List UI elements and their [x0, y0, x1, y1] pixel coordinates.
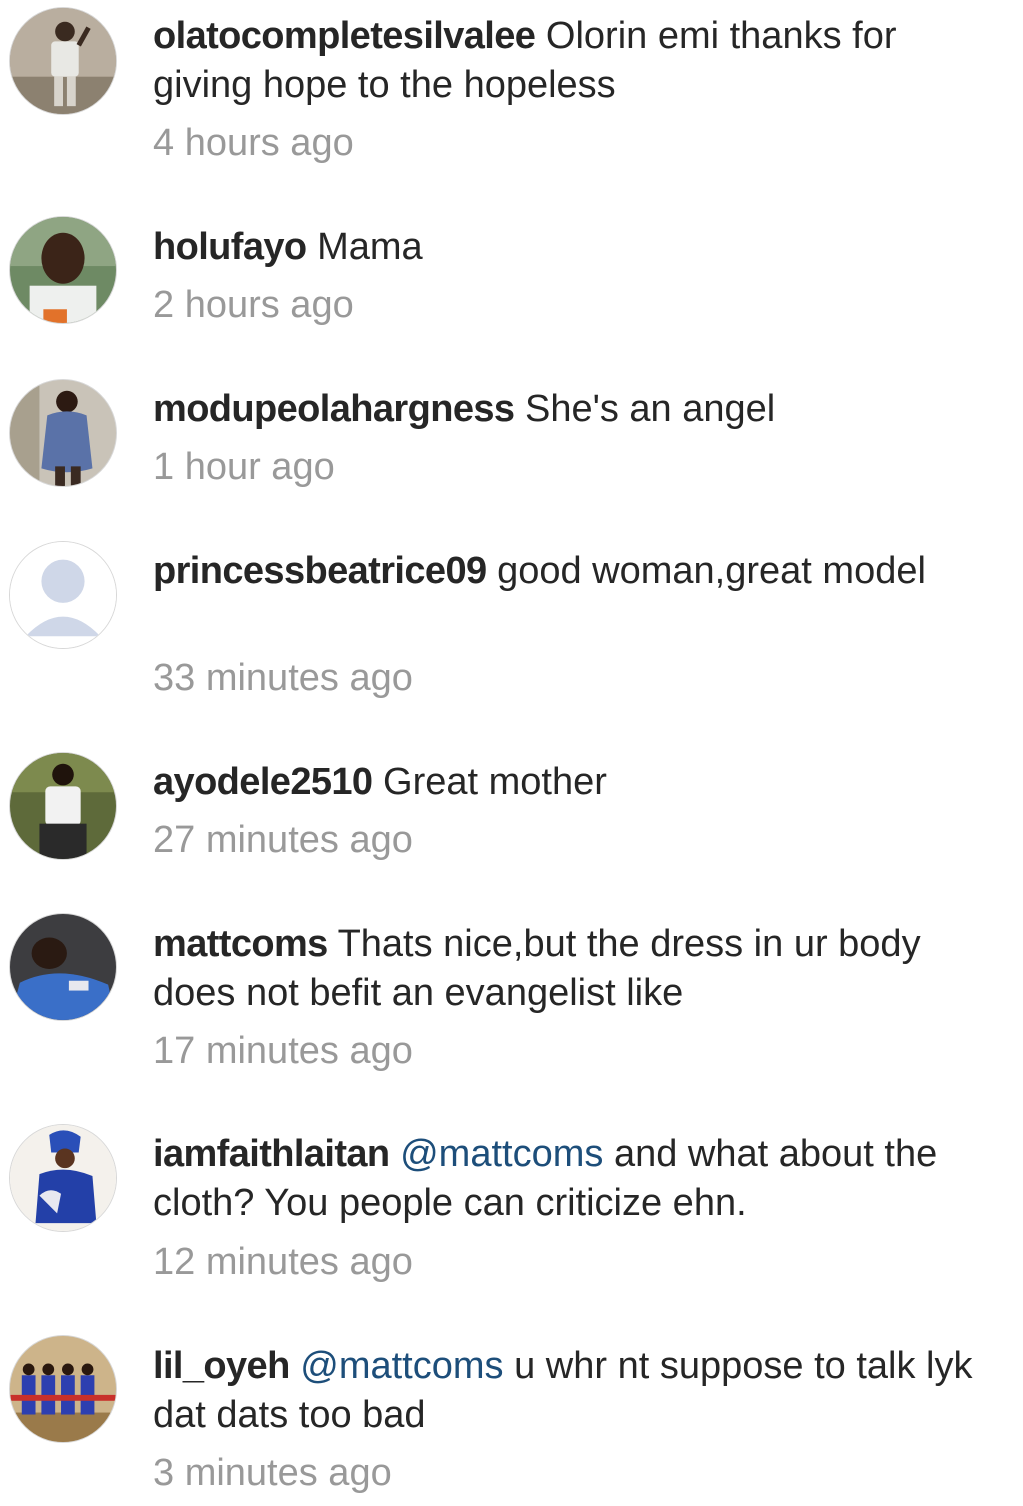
- comment-timestamp: 2 hours ago: [153, 284, 354, 326]
- user-photo-icon: [10, 914, 116, 1020]
- comment-mention[interactable]: @mattcoms: [300, 1345, 503, 1387]
- comment-timestamp: 27 minutes ago: [153, 819, 413, 861]
- user-photo-icon: [10, 380, 116, 486]
- avatar[interactable]: [9, 752, 117, 860]
- avatar[interactable]: [9, 541, 117, 649]
- comment-timestamp: 17 minutes ago: [153, 1030, 413, 1072]
- comment-username[interactable]: lil_oyeh: [153, 1345, 290, 1387]
- user-photo-icon: [10, 1336, 116, 1442]
- comment-timestamp: 3 minutes ago: [153, 1452, 392, 1494]
- comment-username[interactable]: holufayo: [153, 226, 307, 268]
- comment-text: modupeolahargness She's an angel: [153, 385, 993, 434]
- default-profile-icon: [10, 542, 116, 648]
- comment-mention[interactable]: @mattcoms: [400, 1133, 603, 1175]
- user-photo-icon: [10, 8, 116, 114]
- comment-username[interactable]: iamfaithlaitan: [153, 1133, 390, 1175]
- user-photo-icon: [10, 1125, 116, 1231]
- avatar[interactable]: [9, 1335, 117, 1443]
- comment-username[interactable]: princessbeatrice09: [153, 550, 487, 592]
- avatar[interactable]: [9, 7, 117, 115]
- comment-username[interactable]: mattcoms: [153, 923, 328, 965]
- user-photo-icon: [10, 753, 116, 859]
- comment-message: Mama: [317, 226, 423, 268]
- comment-username[interactable]: ayodele2510: [153, 761, 373, 803]
- comment-message: good woman,great model: [497, 550, 926, 592]
- comment-message: Great mother: [383, 761, 607, 803]
- comment-username[interactable]: modupeolahargness: [153, 388, 515, 430]
- comment-timestamp: 4 hours ago: [153, 122, 354, 164]
- avatar[interactable]: [9, 1124, 117, 1232]
- comment-username[interactable]: olatocompletesilvalee: [153, 15, 536, 57]
- comment-text: lil_oyeh @mattcoms u whr nt suppose to t…: [153, 1342, 993, 1440]
- comment-timestamp: 1 hour ago: [153, 446, 335, 488]
- comment-list: olatocompletesilvalee Olorin emi thanks …: [0, 0, 1023, 1506]
- avatar[interactable]: [9, 379, 117, 487]
- avatar[interactable]: [9, 216, 117, 324]
- comment-text: ayodele2510 Great mother: [153, 758, 993, 807]
- comment-text: mattcoms Thats nice,but the dress in ur …: [153, 920, 993, 1018]
- comment-message: She's an angel: [525, 388, 776, 430]
- comment-text: princessbeatrice09 good woman,great mode…: [153, 547, 993, 596]
- comment-text: holufayo Mama: [153, 223, 993, 272]
- avatar[interactable]: [9, 913, 117, 1021]
- comment-timestamp: 12 minutes ago: [153, 1241, 413, 1283]
- comment-timestamp: 33 minutes ago: [153, 657, 413, 699]
- comment-text: iamfaithlaitan @mattcoms and what about …: [153, 1130, 993, 1228]
- user-photo-icon: [10, 217, 116, 323]
- comment-text: olatocompletesilvalee Olorin emi thanks …: [153, 12, 993, 110]
